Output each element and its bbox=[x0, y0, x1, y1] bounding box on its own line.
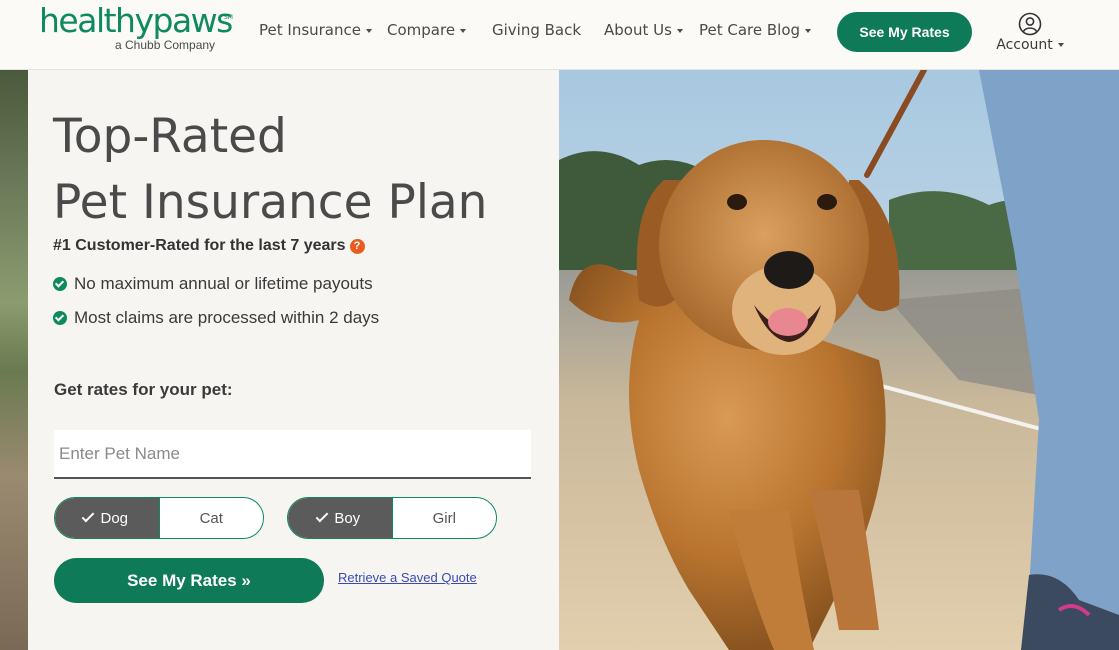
retrieve-saved-quote-link[interactable]: Retrieve a Saved Quote bbox=[338, 570, 477, 585]
get-rates-label: Get rates for your pet: bbox=[54, 380, 233, 399]
nav-giving-back[interactable]: Giving Back bbox=[492, 21, 581, 39]
title-line-1: Top-Rated bbox=[53, 109, 287, 164]
caret-down-icon bbox=[365, 28, 372, 33]
nav-pet-insurance-label: Pet Insurance bbox=[259, 21, 361, 39]
checkmark-icon bbox=[82, 509, 95, 523]
hero-photo-illustration bbox=[559, 70, 1119, 650]
nav-pet-care-blog[interactable]: Pet Care Blog bbox=[699, 21, 812, 39]
user-circle-icon bbox=[1018, 12, 1042, 36]
rating-subhead-text: #1 Customer-Rated for the last 7 years bbox=[53, 237, 346, 254]
see-my-rates-button[interactable]: See My Rates » bbox=[54, 558, 324, 603]
gender-option-boy-label: Boy bbox=[334, 509, 361, 527]
pet-name-input[interactable] bbox=[54, 430, 531, 479]
logo-service-mark: SM bbox=[224, 14, 233, 21]
gender-option-girl[interactable]: Girl bbox=[393, 498, 497, 538]
feature-bullet: No maximum annual or lifetime payouts bbox=[53, 274, 373, 294]
check-circle-icon bbox=[53, 311, 67, 325]
rating-subhead: #1 Customer-Rated for the last 7 years? bbox=[53, 237, 365, 255]
feature-bullet-text: No maximum annual or lifetime payouts bbox=[74, 274, 373, 293]
species-option-dog-label: Dog bbox=[100, 509, 129, 527]
nav-giving-back-label: Giving Back bbox=[492, 21, 582, 39]
nav-about-us-label: About Us bbox=[604, 21, 672, 39]
nav-pet-insurance[interactable]: Pet Insurance bbox=[259, 21, 372, 39]
page-title: Top-Rated Pet Insurance Plan bbox=[53, 104, 487, 236]
header-see-my-rates-button[interactable]: See My Rates bbox=[837, 12, 972, 52]
species-toggle: Dog Cat bbox=[54, 497, 264, 539]
gender-toggle: Boy Girl bbox=[287, 497, 497, 539]
account-menu[interactable]: Account bbox=[990, 12, 1070, 56]
healthy-paws-logo[interactable]: healthypaws SM a Chubb Company bbox=[39, 1, 233, 56]
caret-down-icon bbox=[1057, 43, 1064, 47]
golden-retriever-photo bbox=[559, 70, 1119, 650]
title-line-2: Pet Insurance Plan bbox=[53, 175, 488, 230]
feature-bullet: Most claims are processed within 2 days bbox=[53, 308, 379, 328]
logo-wordmark: healthypaws bbox=[39, 1, 233, 40]
caret-down-icon bbox=[676, 28, 683, 33]
site-header: healthypaws SM a Chubb Company Pet Insur… bbox=[0, 0, 1119, 70]
checkmark-icon bbox=[315, 509, 329, 523]
logo-tagline: a Chubb Company bbox=[115, 38, 216, 52]
nav-compare[interactable]: Compare bbox=[387, 21, 467, 39]
caret-down-icon bbox=[805, 28, 812, 33]
nav-compare-label: Compare bbox=[387, 21, 456, 39]
feature-bullet-text: Most claims are processed within 2 days bbox=[74, 308, 380, 327]
caret-down-icon bbox=[460, 28, 467, 33]
species-option-cat[interactable]: Cat bbox=[160, 498, 264, 538]
gender-option-girl-label: Girl bbox=[432, 509, 456, 527]
species-option-cat-label: Cat bbox=[199, 509, 223, 527]
nav-about-us[interactable]: About Us bbox=[604, 21, 683, 39]
check-circle-icon bbox=[53, 277, 67, 291]
background-photo-edge bbox=[0, 70, 28, 650]
account-label: Account bbox=[996, 37, 1053, 53]
nav-pet-care-blog-label: Pet Care Blog bbox=[699, 21, 801, 39]
account-label-wrap: Account bbox=[990, 37, 1070, 53]
help-icon[interactable]: ? bbox=[349, 239, 365, 254]
species-option-dog[interactable]: Dog bbox=[55, 498, 160, 538]
gender-option-boy[interactable]: Boy bbox=[288, 498, 393, 538]
